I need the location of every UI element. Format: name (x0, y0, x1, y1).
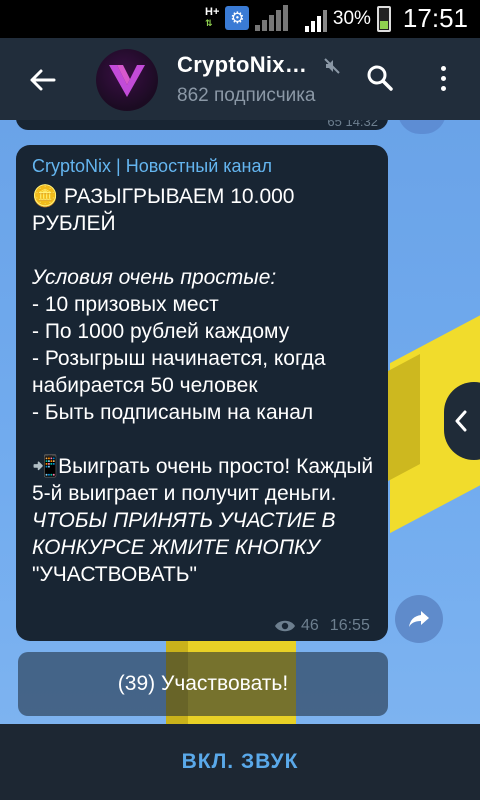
bottom-bar: ВКЛ. ЗВУК (0, 724, 480, 800)
status-right: 30% 17:51 (304, 3, 468, 34)
previous-message-meta: 65 14:32 (327, 120, 378, 129)
more-vert-icon[interactable] (428, 60, 458, 96)
eye-icon (275, 620, 295, 632)
condition-item: - 10 призовых мест (32, 293, 219, 316)
previous-message-bubble[interactable]: 65 14:32 (16, 120, 388, 130)
back-arrow-icon (30, 69, 56, 91)
channel-title[interactable]: CryptoNix… (177, 52, 307, 78)
side-panel-handle[interactable] (444, 382, 480, 460)
chevron-left-icon (455, 410, 467, 432)
condition-item: - Быть подписаным на канал (32, 401, 314, 424)
search-button[interactable] (362, 60, 398, 96)
status-bar: H+ ⇅ ⚙ 30% 17:51 (0, 0, 480, 38)
share-arrow-icon (409, 611, 429, 627)
view-count: 46 (301, 617, 319, 634)
unmute-button[interactable]: ВКЛ. ЗВУК (182, 750, 299, 774)
gear-notification-icon: ⚙ (225, 6, 250, 30)
back-button[interactable] (22, 60, 62, 100)
battery-percent: 30% (332, 7, 371, 29)
subscriber-count: 862 подписчика (177, 85, 316, 106)
muted-icon (324, 58, 340, 74)
participate-button[interactable]: (39) Участвовать! (18, 652, 388, 716)
condition-item: - Розыгрыш начинается, когда набирается … (32, 347, 326, 397)
message-bubble[interactable]: CryptoNix | Новостный канал 🪙 РАЗЫГРЫВАЕ… (16, 145, 388, 641)
chat-header: CryptoNix… 862 подписчика (0, 38, 480, 120)
search-icon (367, 65, 393, 91)
message-text: 🪙 РАЗЫГРЫВАЕМ 10.000 РУБЛЕЙ Условия очен… (32, 183, 380, 588)
battery-charging-icon (376, 5, 391, 32)
channel-logo-icon (109, 65, 145, 97)
clock: 17:51 (402, 3, 468, 33)
message-time: 16:55 (329, 617, 370, 634)
share-button[interactable] (395, 595, 443, 643)
cta-text: ЧТОБЫ ПРИНЯТЬ УЧАСТИЕ В КОНКУРСЕ ЖМИТЕ К… (32, 509, 336, 559)
previous-share-button[interactable] (398, 120, 446, 134)
cta-quote: "УЧАСТВОВАТЬ" (32, 563, 198, 586)
conditions-intro: Условия очень простые: (32, 266, 277, 289)
signal-weak-icon (255, 5, 289, 31)
status-left: H+ ⇅ ⚙ (205, 5, 289, 31)
chat-area[interactable]: 65 14:32 CryptoNix | Новостный канал 🪙 Р… (0, 120, 480, 724)
signal-icon (304, 6, 327, 32)
channel-avatar[interactable] (96, 49, 158, 111)
message-meta: 46 16:55 (274, 617, 370, 635)
condition-item: - По 1000 рублей каждому (32, 320, 290, 343)
message-headline: 🪙 РАЗЫГРЫВАЕМ 10.000 РУБЛЕЙ (32, 185, 295, 235)
message-author[interactable]: CryptoNix | Новостный канал (32, 156, 272, 177)
network-activity-icon: H+ ⇅ (205, 6, 220, 29)
win-text: 📲Выиграть очень просто! Каждый 5-й выигр… (32, 455, 374, 505)
